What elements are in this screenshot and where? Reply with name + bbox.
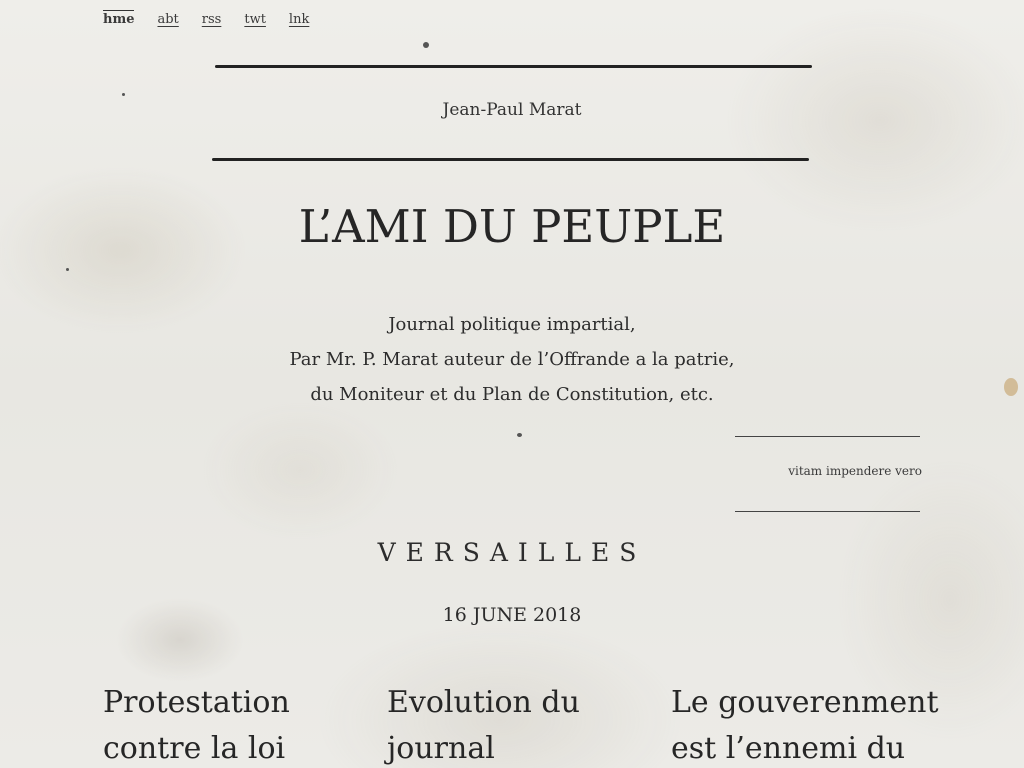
header-rule-bottom [212,158,809,161]
paper-stain [1004,378,1018,396]
paper-speck [517,433,522,437]
article-link[interactable]: Protestation contre la loi [103,680,387,768]
nav-link-rss[interactable]: rss [202,12,222,27]
article-link[interactable]: Evolution du journal [387,680,671,768]
author-name: Jean-Paul Marat [442,100,582,120]
masthead-subtitle: Journal politique impartial, Par Mr. P. … [0,307,1024,412]
motto-rule-top [735,436,920,437]
article-link[interactable]: Le gouverenment est l’ennemi du [671,680,955,768]
nav-link-home[interactable]: hme [103,10,135,27]
header-rule-top [215,65,812,68]
article-list: Protestation contre la loi Evolution du … [103,680,963,768]
nav-link-about[interactable]: abt [157,12,178,27]
edition-date: 16 JUNE 2018 [442,604,582,626]
paper-speck [423,42,429,48]
nav-link-twitter[interactable]: twt [244,12,266,27]
motto: vitam impendere vero [788,464,922,478]
top-nav: hme abt rss twt lnk [103,10,309,27]
subtitle-line: du Moniteur et du Plan de Constitution, … [310,384,714,405]
subtitle-line: Par Mr. P. Marat auteur de l’Offrande a … [289,349,735,370]
masthead-title: L’AMI DU PEUPLE [298,200,726,253]
nav-link-links[interactable]: lnk [289,12,309,27]
edition-place: VERSAILLES [377,538,647,567]
paper-speck [122,93,125,96]
subtitle-line: Journal politique impartial, [388,314,636,335]
motto-rule-bottom [735,511,920,512]
paper-speck [66,268,69,271]
